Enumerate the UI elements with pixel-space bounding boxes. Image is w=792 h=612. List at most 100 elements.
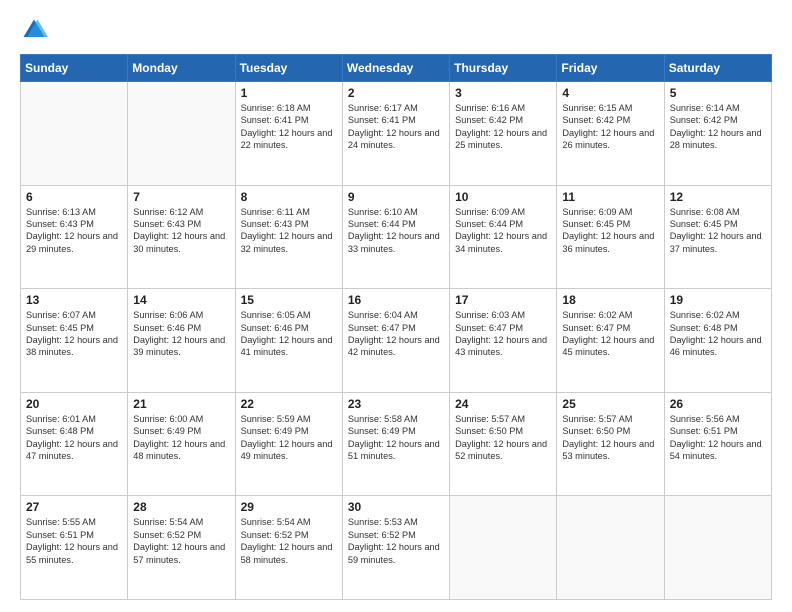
day-number: 19 — [670, 293, 766, 307]
day-number: 26 — [670, 397, 766, 411]
header — [20, 16, 772, 44]
calendar-week-row: 6 Sunrise: 6:13 AMSunset: 6:43 PMDaylight… — [21, 185, 772, 289]
day-number: 20 — [26, 397, 122, 411]
calendar-week-row: 1 Sunrise: 6:18 AMSunset: 6:41 PMDaylight… — [21, 82, 772, 186]
calendar-cell: 11 Sunrise: 6:09 AMSunset: 6:45 PMDayligh… — [557, 185, 664, 289]
calendar-header-row: SundayMondayTuesdayWednesdayThursdayFrid… — [21, 55, 772, 82]
day-number: 7 — [133, 190, 229, 204]
weekday-header: Monday — [128, 55, 235, 82]
cell-text: Sunrise: 5:54 AMSunset: 6:52 PMDaylight:… — [133, 517, 225, 564]
day-number: 30 — [348, 500, 444, 514]
calendar-cell: 14 Sunrise: 6:06 AMSunset: 6:46 PMDayligh… — [128, 289, 235, 393]
day-number: 8 — [241, 190, 337, 204]
logo-icon — [20, 16, 48, 44]
calendar-cell: 2 Sunrise: 6:17 AMSunset: 6:41 PMDaylight… — [342, 82, 449, 186]
cell-text: Sunrise: 6:06 AMSunset: 6:46 PMDaylight:… — [133, 310, 225, 357]
calendar-cell — [21, 82, 128, 186]
weekday-header: Thursday — [450, 55, 557, 82]
cell-text: Sunrise: 6:13 AMSunset: 6:43 PMDaylight:… — [26, 207, 118, 254]
calendar-cell — [450, 496, 557, 600]
calendar-cell: 19 Sunrise: 6:02 AMSunset: 6:48 PMDayligh… — [664, 289, 771, 393]
calendar-week-row: 27Sunrise: 5:55 AMSunset: 6:51 PMDayligh… — [21, 496, 772, 600]
day-number: 22 — [241, 397, 337, 411]
day-number: 4 — [562, 86, 658, 100]
day-number: 13 — [26, 293, 122, 307]
calendar-cell: 22 Sunrise: 5:59 AMSunset: 6:49 PMDayligh… — [235, 392, 342, 496]
calendar-week-row: 20 Sunrise: 6:01 AMSunset: 6:48 PMDayligh… — [21, 392, 772, 496]
calendar-cell: 28Sunrise: 5:54 AMSunset: 6:52 PMDayligh… — [128, 496, 235, 600]
day-number: 25 — [562, 397, 658, 411]
day-number: 1 — [241, 86, 337, 100]
cell-text: Sunrise: 5:54 AMSunset: 6:52 PMDaylight:… — [241, 517, 333, 564]
cell-text: Sunrise: 6:00 AMSunset: 6:49 PMDaylight:… — [133, 414, 225, 461]
day-number: 16 — [348, 293, 444, 307]
page: SundayMondayTuesdayWednesdayThursdayFrid… — [0, 0, 792, 612]
cell-text: Sunrise: 6:17 AMSunset: 6:41 PMDaylight:… — [348, 103, 440, 150]
cell-text: Sunrise: 5:57 AMSunset: 6:50 PMDaylight:… — [562, 414, 654, 461]
day-number: 15 — [241, 293, 337, 307]
day-number: 2 — [348, 86, 444, 100]
weekday-header: Saturday — [664, 55, 771, 82]
calendar-cell: 23 Sunrise: 5:58 AMSunset: 6:49 PMDayligh… — [342, 392, 449, 496]
day-number: 12 — [670, 190, 766, 204]
day-number: 5 — [670, 86, 766, 100]
calendar-cell: 13 Sunrise: 6:07 AMSunset: 6:45 PMDayligh… — [21, 289, 128, 393]
cell-text: Sunrise: 5:56 AMSunset: 6:51 PMDaylight:… — [670, 414, 762, 461]
weekday-header: Sunday — [21, 55, 128, 82]
cell-text: Sunrise: 6:18 AMSunset: 6:41 PMDaylight:… — [241, 103, 333, 150]
calendar-cell: 1 Sunrise: 6:18 AMSunset: 6:41 PMDaylight… — [235, 82, 342, 186]
calendar-cell: 27Sunrise: 5:55 AMSunset: 6:51 PMDayligh… — [21, 496, 128, 600]
cell-text: Sunrise: 6:16 AMSunset: 6:42 PMDaylight:… — [455, 103, 547, 150]
cell-text: Sunrise: 6:03 AMSunset: 6:47 PMDaylight:… — [455, 310, 547, 357]
calendar-cell: 26 Sunrise: 5:56 AMSunset: 6:51 PMDayligh… — [664, 392, 771, 496]
calendar-cell — [128, 82, 235, 186]
day-number: 18 — [562, 293, 658, 307]
calendar-cell: 3 Sunrise: 6:16 AMSunset: 6:42 PMDaylight… — [450, 82, 557, 186]
day-number: 6 — [26, 190, 122, 204]
calendar-cell: 5 Sunrise: 6:14 AMSunset: 6:42 PMDaylight… — [664, 82, 771, 186]
calendar-cell — [664, 496, 771, 600]
calendar-cell: 12 Sunrise: 6:08 AMSunset: 6:45 PMDayligh… — [664, 185, 771, 289]
day-number: 29 — [241, 500, 337, 514]
day-number: 9 — [348, 190, 444, 204]
cell-text: Sunrise: 6:09 AMSunset: 6:44 PMDaylight:… — [455, 207, 547, 254]
day-number: 23 — [348, 397, 444, 411]
cell-text: Sunrise: 6:07 AMSunset: 6:45 PMDaylight:… — [26, 310, 118, 357]
calendar-week-row: 13 Sunrise: 6:07 AMSunset: 6:45 PMDayligh… — [21, 289, 772, 393]
cell-text: Sunrise: 6:15 AMSunset: 6:42 PMDaylight:… — [562, 103, 654, 150]
cell-text: Sunrise: 6:02 AMSunset: 6:48 PMDaylight:… — [670, 310, 762, 357]
cell-text: Sunrise: 6:04 AMSunset: 6:47 PMDaylight:… — [348, 310, 440, 357]
day-number: 3 — [455, 86, 551, 100]
cell-text: Sunrise: 5:55 AMSunset: 6:51 PMDaylight:… — [26, 517, 118, 564]
calendar-cell: 21Sunrise: 6:00 AMSunset: 6:49 PMDayligh… — [128, 392, 235, 496]
calendar-cell — [557, 496, 664, 600]
cell-text: Sunrise: 5:57 AMSunset: 6:50 PMDaylight:… — [455, 414, 547, 461]
cell-text: Sunrise: 6:01 AMSunset: 6:48 PMDaylight:… — [26, 414, 118, 461]
cell-text: Sunrise: 5:53 AMSunset: 6:52 PMDaylight:… — [348, 517, 440, 564]
calendar-cell: 17Sunrise: 6:03 AMSunset: 6:47 PMDayligh… — [450, 289, 557, 393]
calendar-cell: 30 Sunrise: 5:53 AMSunset: 6:52 PMDayligh… — [342, 496, 449, 600]
cell-text: Sunrise: 5:58 AMSunset: 6:49 PMDaylight:… — [348, 414, 440, 461]
weekday-header: Friday — [557, 55, 664, 82]
day-number: 24 — [455, 397, 551, 411]
cell-text: Sunrise: 6:09 AMSunset: 6:45 PMDaylight:… — [562, 207, 654, 254]
cell-text: Sunrise: 6:10 AMSunset: 6:44 PMDaylight:… — [348, 207, 440, 254]
day-number: 10 — [455, 190, 551, 204]
cell-text: Sunrise: 6:14 AMSunset: 6:42 PMDaylight:… — [670, 103, 762, 150]
calendar-cell: 29 Sunrise: 5:54 AMSunset: 6:52 PMDayligh… — [235, 496, 342, 600]
calendar-cell: 7 Sunrise: 6:12 AMSunset: 6:43 PMDaylight… — [128, 185, 235, 289]
day-number: 14 — [133, 293, 229, 307]
logo — [20, 16, 52, 44]
calendar-cell: 8 Sunrise: 6:11 AMSunset: 6:43 PMDaylight… — [235, 185, 342, 289]
cell-text: Sunrise: 6:08 AMSunset: 6:45 PMDaylight:… — [670, 207, 762, 254]
weekday-header: Tuesday — [235, 55, 342, 82]
cell-text: Sunrise: 5:59 AMSunset: 6:49 PMDaylight:… — [241, 414, 333, 461]
calendar-cell: 24 Sunrise: 5:57 AMSunset: 6:50 PMDayligh… — [450, 392, 557, 496]
cell-text: Sunrise: 6:05 AMSunset: 6:46 PMDaylight:… — [241, 310, 333, 357]
calendar-cell: 15 Sunrise: 6:05 AMSunset: 6:46 PMDayligh… — [235, 289, 342, 393]
calendar-cell: 9 Sunrise: 6:10 AMSunset: 6:44 PMDaylight… — [342, 185, 449, 289]
cell-text: Sunrise: 6:12 AMSunset: 6:43 PMDaylight:… — [133, 207, 225, 254]
weekday-header: Wednesday — [342, 55, 449, 82]
cell-text: Sunrise: 6:11 AMSunset: 6:43 PMDaylight:… — [241, 207, 333, 254]
day-number: 11 — [562, 190, 658, 204]
